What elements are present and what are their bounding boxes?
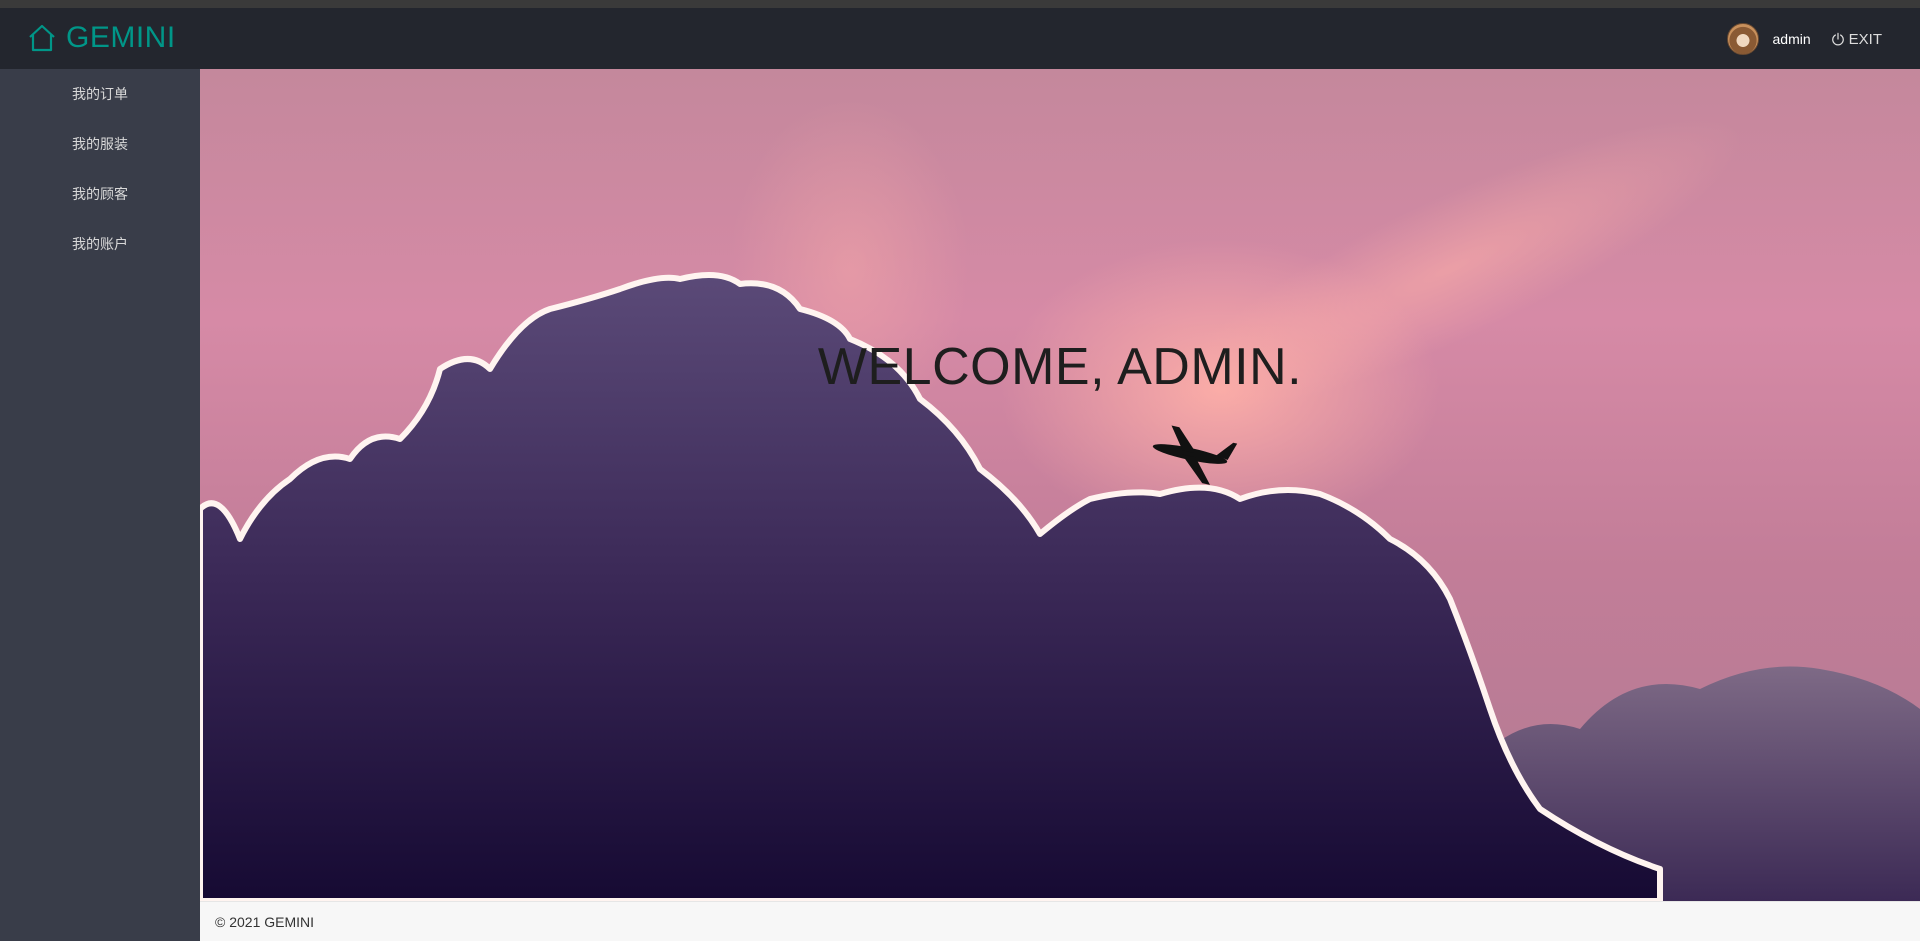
footer: © 2021 GEMINI [200,901,1920,941]
welcome-heading: WELCOME, ADMIN. [817,338,1303,396]
sidebar-item-orders[interactable]: 我的订单 [0,69,200,119]
exit-button[interactable]: EXIT [1831,31,1882,48]
top-header: GEMINI admin EXIT [0,8,1920,69]
user-area: admin EXIT [1726,23,1882,55]
exit-label: EXIT [1848,30,1882,48]
sidebar-item-customers[interactable]: 我的顾客 [0,169,200,219]
sidebar-item-account[interactable]: 我的账户 [0,219,200,269]
browser-top-strip [0,0,1920,8]
user-avatar[interactable] [1726,23,1759,55]
sidebar-item-clothing[interactable]: 我的服装 [0,119,200,169]
username-label[interactable]: admin [1773,31,1811,47]
home-icon [29,24,55,52]
sidebar: 我的订单 我的服装 我的顾客 我的账户 [0,69,200,941]
brand-logo[interactable]: GEMINI [26,20,176,56]
main-content: WELCOME, ADMIN. [200,69,1920,901]
power-icon [1831,32,1844,46]
brand-name: GEMINI [66,21,176,54]
sky-background-image [200,69,1920,901]
footer-copyright: © 2021 GEMINI [215,914,315,930]
